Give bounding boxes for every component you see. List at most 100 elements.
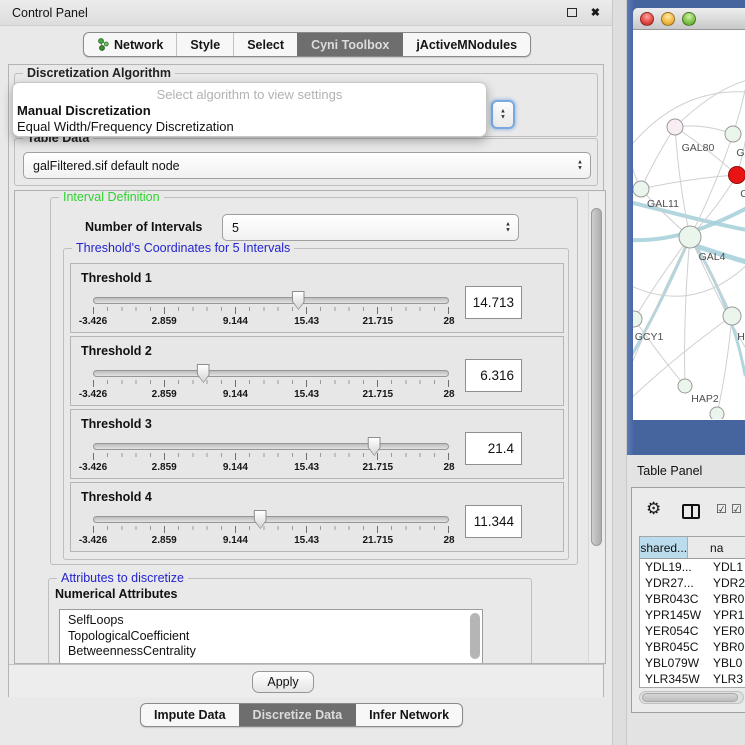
- tab-style[interactable]: Style: [176, 33, 233, 56]
- tick-label: 2.859: [152, 316, 177, 327]
- group-title-interval-definition: Interval Definition: [59, 190, 164, 205]
- checkbox-icon[interactable]: ☑: [716, 503, 727, 515]
- tick-label: -3.426: [79, 316, 107, 327]
- slider-track[interactable]: [93, 443, 449, 450]
- attribute-list-item[interactable]: BetweennessCentrality: [60, 644, 482, 660]
- number-of-intervals-combobox[interactable]: 5 ▲▼: [222, 214, 519, 241]
- threshold-panel-2: Threshold 2-3.4262.8599.14415.4321.71528…: [70, 336, 564, 406]
- dropdown-option-manual-discretization[interactable]: Manual Discretization: [13, 103, 486, 119]
- table-row[interactable]: YDR27...YDR2: [640, 575, 745, 591]
- network-node-hap2[interactable]: [678, 379, 692, 393]
- table-cell-name: YDL1: [708, 559, 745, 575]
- combo-arrows-icon: ▲▼: [577, 159, 583, 172]
- table-row[interactable]: YIL052CYIL0: [640, 687, 745, 688]
- table-data-combobox[interactable]: galFiltered.sif default node ▲▼: [23, 152, 591, 179]
- tick-label: -3.426: [79, 535, 107, 546]
- network-node-gal80[interactable]: [667, 119, 683, 135]
- slider-track[interactable]: [93, 370, 449, 377]
- table-row[interactable]: YBR045CYBR0: [640, 639, 745, 655]
- network-canvas[interactable]: GAL80GACGAL11GAL4GCY1HHAP2: [633, 30, 745, 419]
- tick-label: 15.43: [294, 316, 319, 327]
- tick-label: 9.144: [223, 389, 248, 400]
- threshold-value-field[interactable]: 14.713: [465, 286, 522, 319]
- network-node-gal4[interactable]: [679, 226, 701, 248]
- table-row[interactable]: YDL19...YDL1: [640, 559, 745, 575]
- close-traffic-light-icon[interactable]: [640, 12, 654, 26]
- slider-tick-marks: [93, 380, 449, 387]
- table-cell-shared-name: YBR043C: [640, 591, 708, 607]
- numerical-attributes-list[interactable]: SelfLoopsTopologicalCoefficientBetweenne…: [59, 609, 483, 664]
- network-node[interactable]: [710, 407, 724, 419]
- threshold-slider[interactable]: -3.4262.8599.14415.4321.71528: [93, 364, 449, 404]
- apply-button[interactable]: Apply: [252, 671, 314, 693]
- list-scrollbar-thumb[interactable]: [470, 613, 480, 659]
- panel-divider[interactable]: [612, 0, 627, 745]
- table-row[interactable]: YBL079WYBL0: [640, 655, 745, 671]
- tick-label: 21.715: [363, 535, 394, 546]
- minimize-traffic-light-icon[interactable]: [661, 12, 675, 26]
- tab-jactivemnodules[interactable]: jActiveMNodules: [402, 33, 530, 56]
- tab-label: Discretize Data: [253, 708, 343, 722]
- network-node-c[interactable]: [729, 167, 745, 184]
- tab-label: Select: [247, 38, 284, 52]
- checkbox-icon[interactable]: ☑: [731, 503, 742, 515]
- group-title-attributes: Attributes to discretize: [57, 571, 188, 586]
- split-view-icon[interactable]: [682, 504, 700, 519]
- network-node-gcy1[interactable]: [633, 311, 642, 327]
- number-of-intervals-value: 5: [232, 221, 239, 235]
- horizontal-scrollbar[interactable]: [639, 691, 744, 704]
- table-body: YDL19...YDL1YDR27...YDR2YBR043CYBR0YPR14…: [640, 559, 745, 688]
- tab-select[interactable]: Select: [233, 33, 297, 56]
- close-icon[interactable]: ✖: [591, 6, 600, 19]
- network-node-ga[interactable]: [725, 126, 741, 142]
- settings-scroll-area: Interval Definition Number of Intervals …: [14, 190, 606, 664]
- tick-label: 21.715: [363, 389, 394, 400]
- column-header-name[interactable]: na: [688, 537, 745, 558]
- table-cell-name: YBR0: [708, 639, 745, 655]
- tab-network[interactable]: Network: [84, 33, 176, 56]
- table-row[interactable]: YPR145WYPR1: [640, 607, 745, 623]
- tab-discretize-data[interactable]: Discretize Data: [239, 704, 356, 726]
- network-node-label: GAL4: [699, 251, 726, 263]
- threshold-value-field[interactable]: 21.4: [465, 432, 522, 465]
- horizontal-scrollbar-thumb[interactable]: [642, 693, 738, 702]
- group-title-thresholds: Threshold's Coordinates for 5 Intervals: [72, 241, 294, 256]
- table-row[interactable]: YER054CYER0: [640, 623, 745, 639]
- vertical-scrollbar[interactable]: [588, 192, 604, 662]
- column-header-shared-name[interactable]: shared...: [640, 537, 688, 558]
- network-node-label: GAL80: [682, 142, 715, 154]
- table-cell-shared-name: YPR145W: [640, 607, 708, 623]
- network-node-gal11[interactable]: [633, 181, 649, 197]
- algorithm-combobox[interactable]: ▲▼: [491, 100, 515, 129]
- float-window-icon[interactable]: [567, 8, 577, 17]
- threshold-value-field[interactable]: 11.344: [465, 505, 522, 538]
- slider-track[interactable]: [93, 516, 449, 523]
- thresholds-group: Threshold's Coordinates for 5 Intervals …: [63, 248, 569, 560]
- zoom-traffic-light-icon[interactable]: [682, 12, 696, 26]
- threshold-slider[interactable]: -3.4262.8599.14415.4321.71528: [93, 291, 449, 331]
- dropdown-option-equal-width-frequency[interactable]: Equal Width/Frequency Discretization: [13, 119, 486, 135]
- tab-infer-network[interactable]: Infer Network: [355, 704, 462, 726]
- threshold-value-field[interactable]: 6.316: [465, 359, 522, 392]
- threshold-slider[interactable]: -3.4262.8599.14415.4321.71528: [93, 510, 449, 550]
- tab-impute-data[interactable]: Impute Data: [141, 704, 239, 726]
- tick-label: 21.715: [363, 316, 394, 327]
- attribute-list-item[interactable]: TopologicalCoefficient: [60, 629, 482, 645]
- table-cell-name: YER0: [708, 623, 745, 639]
- vertical-scrollbar-thumb[interactable]: [591, 208, 602, 546]
- threshold-slider[interactable]: -3.4262.8599.14415.4321.71528: [93, 437, 449, 477]
- panel-title: Control Panel: [12, 6, 567, 20]
- table-row[interactable]: YLR345WYLR3: [640, 671, 745, 687]
- tab-cyni-toolbox[interactable]: Cyni Toolbox: [297, 33, 402, 56]
- network-node-h[interactable]: [723, 307, 741, 325]
- slider-tick-marks: [93, 307, 449, 314]
- tick-label: 15.43: [294, 535, 319, 546]
- table-cell-name: YDR2: [708, 575, 745, 591]
- interval-definition-group: Interval Definition Number of Intervals …: [50, 197, 578, 565]
- slider-track[interactable]: [93, 297, 449, 304]
- tick-label: 2.859: [152, 462, 177, 473]
- gear-icon[interactable]: ⚙: [646, 500, 661, 517]
- table-data-group: Table Data galFiltered.sif default node …: [14, 138, 598, 186]
- attribute-list-item[interactable]: SelfLoops: [60, 610, 482, 629]
- table-row[interactable]: YBR043CYBR0: [640, 591, 745, 607]
